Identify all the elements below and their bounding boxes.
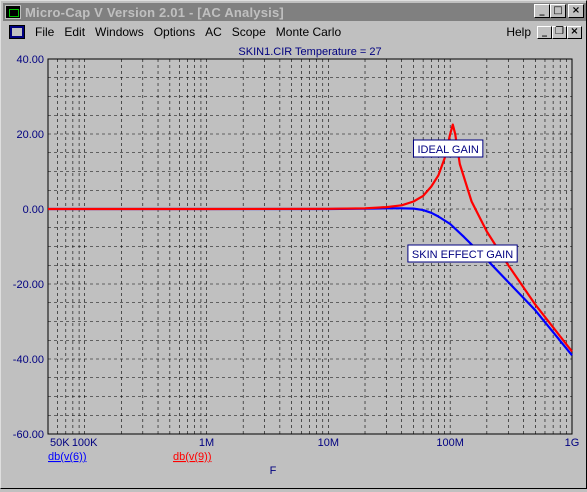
x-tick-label: 100K xyxy=(72,437,98,449)
annotation-text: SKIN EFFECT GAIN xyxy=(412,249,513,261)
title-bar[interactable]: Micro-Cap V Version 2.01 - [AC Analysis]… xyxy=(3,3,586,21)
annotation-label: IDEAL GAIN xyxy=(412,139,484,158)
chart-title: SKIN1.CIR Temperature = 27 xyxy=(238,46,381,58)
x-tick-label: 1M xyxy=(199,437,214,449)
ac-analysis-chart[interactable]: 40.00 20.00 0.00 -20.00 -40.00 -60.00 50K 100K 1… xyxy=(3,43,585,487)
y-tick-label: 20.00 xyxy=(16,129,44,141)
annotation-label: SKIN EFFECT GAIN xyxy=(407,244,518,263)
legend-series-label: db(v(6)) xyxy=(48,451,87,463)
app-logo-icon[interactable] xyxy=(5,5,21,19)
doc-minimize-button[interactable]: _ xyxy=(537,25,552,39)
menu-windows[interactable]: Windows xyxy=(91,25,150,39)
menu-help[interactable]: Help xyxy=(502,25,537,39)
x-tick-label: 100M xyxy=(436,437,464,449)
document-menu-icon[interactable] xyxy=(9,25,25,39)
y-tick-label: 0.00 xyxy=(23,204,44,216)
plot-area[interactable]: 40.00 20.00 0.00 -20.00 -40.00 -60.00 50K 100K 1… xyxy=(3,43,585,492)
y-tick-label: -40.00 xyxy=(13,354,44,366)
x-tick-label: 10M xyxy=(318,437,339,449)
close-button[interactable]: × xyxy=(568,4,584,18)
menu-edit[interactable]: Edit xyxy=(60,25,91,39)
menu-scope[interactable]: Scope xyxy=(228,25,272,39)
window-title: Micro-Cap V Version 2.01 - [AC Analysis] xyxy=(25,4,284,20)
y-tick-label: -60.00 xyxy=(13,429,44,441)
app-window: Micro-Cap V Version 2.01 - [AC Analysis]… xyxy=(0,0,587,489)
x-tick-label: 1G xyxy=(565,437,580,449)
x-tick-label: 50K xyxy=(50,437,70,449)
legend-series-label: db(v(9)) xyxy=(173,451,212,463)
x-axis-label: F xyxy=(270,465,277,477)
maximize-button[interactable]: □ xyxy=(550,4,566,18)
menu-bar: File Edit Windows Options AC Scope Monte… xyxy=(3,22,586,42)
annotation-text: IDEAL GAIN xyxy=(417,144,478,156)
minimize-button[interactable]: _ xyxy=(534,4,550,18)
doc-close-button[interactable]: × xyxy=(567,25,582,39)
menu-ac[interactable]: AC xyxy=(201,25,228,39)
y-tick-label: -20.00 xyxy=(13,279,44,291)
menu-options[interactable]: Options xyxy=(150,25,201,39)
doc-restore-button[interactable]: ❐ xyxy=(552,25,567,39)
menu-file[interactable]: File xyxy=(31,25,60,39)
y-tick-label: 40.00 xyxy=(16,54,44,66)
menu-monte-carlo[interactable]: Monte Carlo xyxy=(272,25,347,39)
